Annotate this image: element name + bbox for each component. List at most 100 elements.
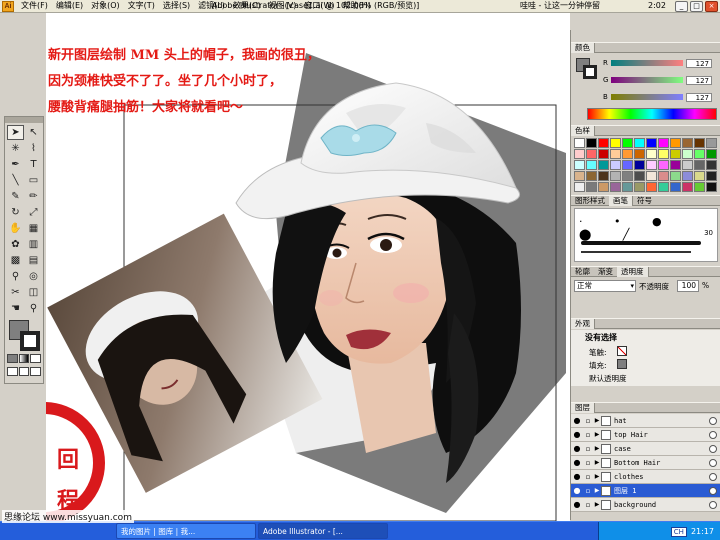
swatch-21[interactable] — [682, 149, 693, 159]
blend-tool-icon[interactable]: ◎ — [25, 269, 42, 284]
tab-gradient[interactable]: 渐变 — [594, 267, 617, 277]
minimize-button[interactable]: _ — [675, 1, 688, 12]
menu-item-0[interactable]: 文件(F) — [17, 0, 52, 12]
swatch-34[interactable] — [694, 160, 705, 170]
swatches-panel-tab[interactable]: 色样 — [571, 125, 720, 136]
free-transform-tool-icon[interactable]: ▦ — [25, 221, 42, 236]
eye-icon[interactable]: ● — [571, 500, 583, 509]
swatch-35[interactable] — [706, 160, 717, 170]
swatch-14[interactable] — [598, 149, 609, 159]
layer-row[interactable]: ● ▫ ▶ Bottom Hair — [571, 456, 720, 470]
swatch-0[interactable] — [574, 138, 585, 148]
mesh-tool-icon[interactable]: ▩ — [7, 253, 24, 268]
swatch-2[interactable] — [598, 138, 609, 148]
hand-tool-icon[interactable]: ☚ — [7, 301, 24, 316]
paintbrush-tool-icon[interactable]: ✎ — [7, 189, 24, 204]
layer-target-icon[interactable] — [709, 472, 717, 481]
gradient-mode-button[interactable] — [18, 354, 30, 363]
swatch-18[interactable] — [646, 149, 657, 159]
pen-tool-icon[interactable]: ✒ — [7, 157, 24, 172]
graph-tool-icon[interactable]: ▥ — [25, 237, 42, 252]
color-spectrum-bar[interactable] — [587, 108, 717, 120]
layer-name[interactable]: clothes — [614, 473, 709, 481]
swatch-54[interactable] — [646, 182, 657, 192]
swatch-31[interactable] — [658, 160, 669, 170]
swatch-8[interactable] — [670, 138, 681, 148]
swatch-30[interactable] — [646, 160, 657, 170]
swatch-38[interactable] — [598, 171, 609, 181]
swatch-25[interactable] — [586, 160, 597, 170]
gradient-tool-icon[interactable]: ▤ — [25, 253, 42, 268]
menu-item-4[interactable]: 选择(S) — [159, 0, 194, 12]
layer-name[interactable]: hat — [614, 417, 709, 425]
color-b-value[interactable]: 127 — [686, 92, 712, 102]
tab-transparency[interactable]: 透明度 — [617, 266, 649, 277]
swatch-17[interactable] — [634, 149, 645, 159]
color-g-slider[interactable] — [611, 77, 683, 83]
swatch-57[interactable] — [682, 182, 693, 192]
expand-triangle-icon[interactable]: ▶ — [593, 445, 601, 452]
start-button[interactable] — [0, 522, 46, 540]
layer-name[interactable]: 图层 1 — [614, 486, 709, 496]
swatch-36[interactable] — [574, 171, 585, 181]
color-g-value[interactable]: 127 — [686, 75, 712, 85]
lock-icon[interactable]: ▫ — [583, 445, 593, 453]
warp-tool-icon[interactable]: ✋ — [7, 221, 24, 236]
eye-icon[interactable]: ● — [571, 444, 583, 453]
swatch-26[interactable] — [598, 160, 609, 170]
eye-icon[interactable]: ● — [571, 416, 583, 425]
swatch-15[interactable] — [610, 149, 621, 159]
illustrator-app-icon[interactable]: Ai — [2, 0, 14, 12]
layer-target-icon[interactable] — [709, 486, 717, 495]
swatch-40[interactable] — [622, 171, 633, 181]
symbol-sprayer-tool-icon[interactable]: ✿ — [7, 237, 24, 252]
lasso-tool-icon[interactable]: ⌇ — [25, 141, 42, 156]
appearance-fill-swatch[interactable] — [617, 359, 627, 369]
swatch-9[interactable] — [682, 138, 693, 148]
swatch-55[interactable] — [658, 182, 669, 192]
swatch-33[interactable] — [682, 160, 693, 170]
expand-triangle-icon[interactable]: ▶ — [593, 487, 601, 494]
swatch-28[interactable] — [622, 160, 633, 170]
layer-name[interactable]: background — [614, 501, 709, 509]
menu-item-2[interactable]: 对象(O) — [87, 0, 124, 12]
close-button[interactable]: × — [705, 1, 718, 12]
document-canvas[interactable]: 新开图层绘制 MM 头上的帽子，我画的很丑， 因为颈椎快受不了了。坐了几个小时了… — [46, 13, 570, 521]
rotate-tool-icon[interactable]: ↻ — [7, 205, 24, 220]
magic-wand-tool-icon[interactable]: ✳ — [7, 141, 24, 156]
eye-icon[interactable]: ● — [571, 472, 583, 481]
layer-name[interactable]: case — [614, 445, 709, 453]
lock-icon[interactable]: ▫ — [583, 473, 593, 481]
swatch-12[interactable] — [574, 149, 585, 159]
expand-triangle-icon[interactable]: ▶ — [593, 473, 601, 480]
swatch-39[interactable] — [610, 171, 621, 181]
layer-row[interactable]: ● ▫ ▶ case — [571, 442, 720, 456]
swatch-6[interactable] — [646, 138, 657, 148]
swatch-43[interactable] — [658, 171, 669, 181]
layer-row[interactable]: ● ▫ ▶ 图层 1 — [571, 484, 720, 498]
layer-row[interactable]: ● ▫ ▶ background — [571, 498, 720, 512]
tab-color[interactable]: 颜色 — [571, 42, 595, 53]
tab-layers[interactable]: 图层 — [571, 402, 595, 413]
layer-target-icon[interactable] — [709, 416, 717, 425]
type-tool-icon[interactable]: T — [25, 157, 42, 172]
stroke-color-swatch[interactable] — [20, 331, 40, 351]
taskbar-task-illustrator[interactable]: Adobe Illustrator - [... — [258, 523, 388, 539]
swatch-16[interactable] — [622, 149, 633, 159]
layer-name[interactable]: top Hair — [614, 431, 709, 439]
expand-triangle-icon[interactable]: ▶ — [593, 459, 601, 466]
swatch-44[interactable] — [670, 171, 681, 181]
line-tool-icon[interactable]: ╲ — [7, 173, 24, 188]
lock-icon[interactable]: ▫ — [583, 431, 593, 439]
taskbar-task-images[interactable]: 我的图片 | 图库 | 我... — [116, 523, 256, 539]
color-r-slider[interactable] — [611, 60, 683, 66]
layer-target-icon[interactable] — [709, 500, 717, 509]
layer-target-icon[interactable] — [709, 444, 717, 453]
swatch-4[interactable] — [622, 138, 633, 148]
layer-target-icon[interactable] — [709, 458, 717, 467]
tab-brushes[interactable]: 画笔 — [609, 195, 633, 206]
swatch-20[interactable] — [670, 149, 681, 159]
swatch-10[interactable] — [694, 138, 705, 148]
swatch-41[interactable] — [634, 171, 645, 181]
brush-stroke-sample-2[interactable] — [581, 251, 691, 253]
